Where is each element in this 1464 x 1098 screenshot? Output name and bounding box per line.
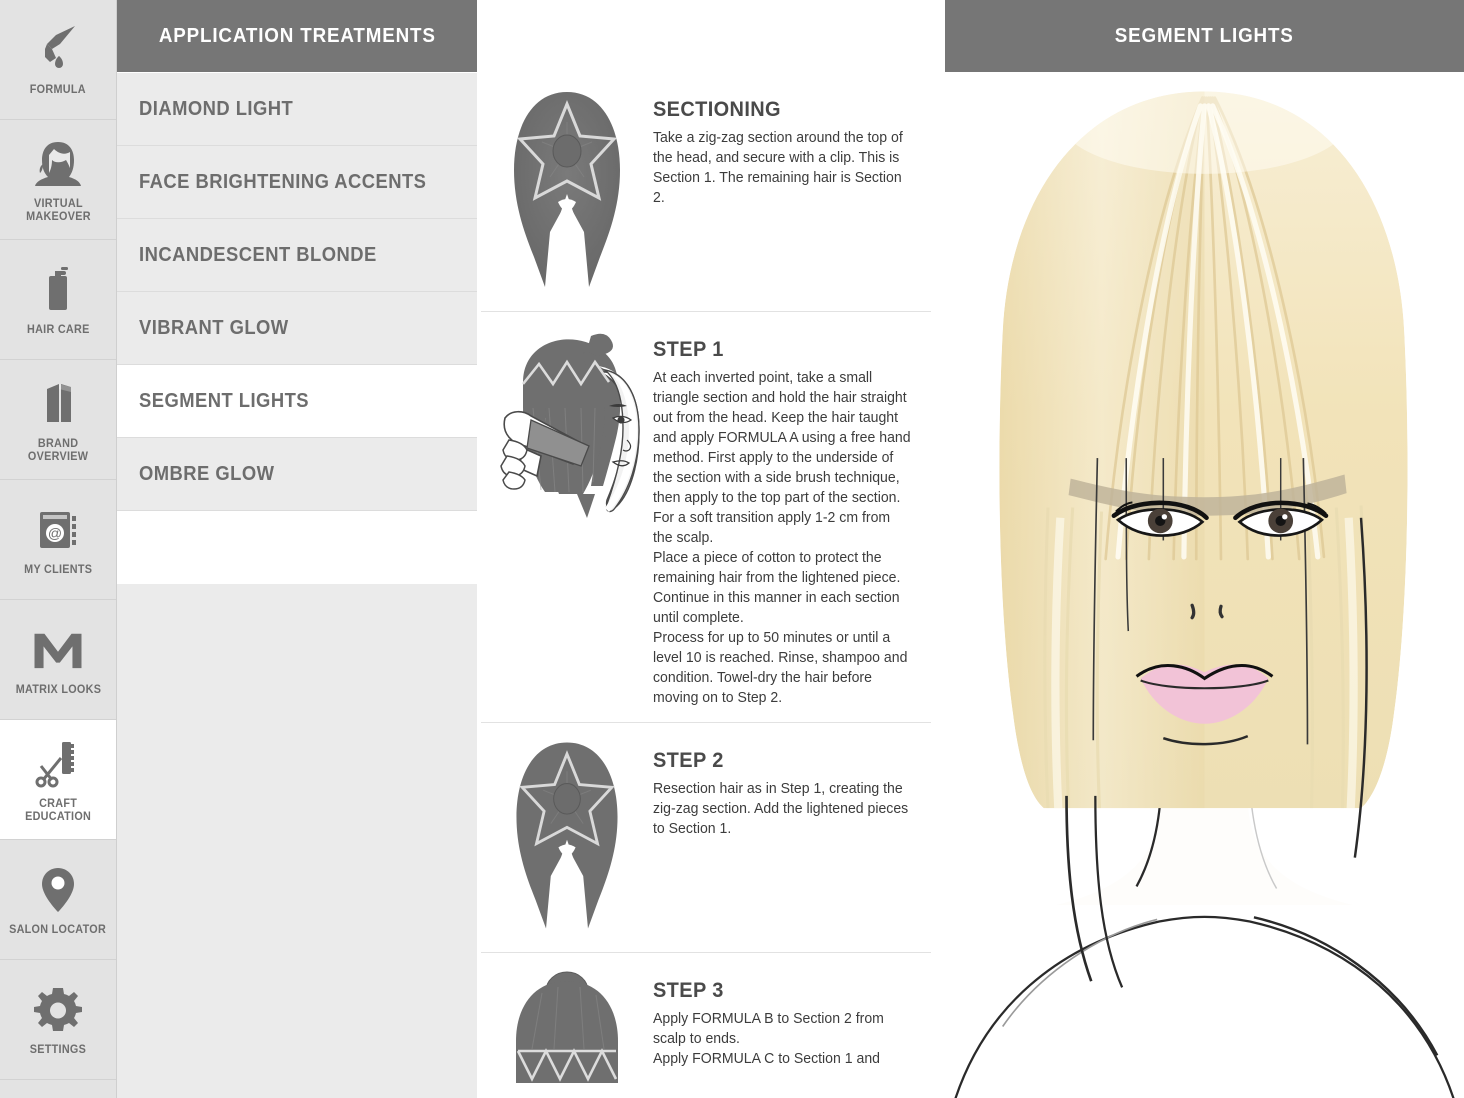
step-title: STEP 1 (653, 338, 921, 362)
side-profile-brush-application-icon (481, 318, 653, 708)
treatment-item[interactable]: OMBRE GLOW (117, 438, 477, 511)
look-preview-header-label: SEGMENT LIGHTS (1115, 24, 1294, 47)
step-text-label: Apply FORMULA B to Section 2 from scalp … (653, 1011, 884, 1067)
treatment-item[interactable]: VIBRANT GLOW (117, 292, 477, 365)
step-card: STEP 2 Resection hair as in Step 1, crea… (481, 723, 931, 953)
step-card: STEP 1 At each inverted point, take a sm… (481, 312, 931, 723)
gear-icon (30, 982, 86, 1038)
treatment-item-label: VIBRANT GLOW (139, 316, 289, 339)
treatments-header-label: APPLICATION TREATMENTS (158, 24, 436, 47)
steps-panel[interactable]: SECTIONING Take a zig-zag section around… (477, 0, 945, 1098)
step-title-label: STEP 2 (653, 749, 724, 772)
treatment-item-selected[interactable]: SEGMENT LIGHTS (117, 365, 477, 438)
scissors-comb-icon (30, 736, 86, 792)
blonde-bob-haircut-illustration (945, 75, 1464, 1098)
sidebar-item-label: BRAND OVERVIEW (27, 437, 89, 463)
sidebar-item-matrix-looks[interactable]: MATRIX LOOKS (0, 600, 116, 720)
treatment-item-label: OMBRE GLOW (139, 462, 275, 485)
sidebar-item-label: HAIR CARE (26, 324, 90, 337)
sidebar-item-label: SETTINGS (29, 1044, 87, 1057)
treatments-list-filler (117, 584, 477, 1098)
step-title: SECTIONING (653, 98, 921, 122)
treatment-item[interactable]: DIAMOND LIGHT (117, 73, 477, 146)
sidebar-item-formula[interactable]: FORMULA (0, 0, 116, 120)
step-title-label: STEP 3 (653, 979, 724, 1002)
step-title: STEP 3 (653, 979, 921, 1003)
step-text: At each inverted point, take a small tri… (653, 368, 921, 708)
look-preview-header: SEGMENT LIGHTS (945, 0, 1464, 72)
sidebar-item-virtual-makeover[interactable]: VIRTUAL MAKEOVER (0, 120, 116, 240)
sidebar-item-label: VIRTUAL MAKEOVER (25, 197, 91, 223)
sidebar-item-label: CRAFT EDUCATION (24, 797, 92, 823)
step-title: STEP 2 (653, 749, 921, 773)
woman-head-icon (30, 136, 86, 192)
treatment-item[interactable]: INCANDESCENT BLONDE (117, 219, 477, 292)
sidebar-item-brand-overview[interactable]: BRAND OVERVIEW (0, 360, 116, 480)
matrix-m-logo-icon (30, 622, 86, 678)
step-text-label: At each inverted point, take a small tri… (653, 370, 911, 706)
step-text-label: Resection hair as in Step 1, creating th… (653, 781, 909, 837)
steps-header-spacer (481, 0, 931, 72)
step-body: SECTIONING Take a zig-zag section around… (653, 78, 931, 297)
look-preview-panel: SEGMENT LIGHTS (945, 0, 1464, 1098)
step-body: STEP 3 Apply FORMULA B to Section 2 from… (653, 959, 931, 1083)
step-card: SECTIONING Take a zig-zag section around… (481, 72, 931, 312)
map-pin-icon (30, 862, 86, 918)
sidebar-item-label: MATRIX LOOKS (15, 684, 101, 697)
sidebar-item-label: MY CLIENTS (23, 564, 93, 577)
primary-sidebar: FORMULA VIRTUAL MAKEOVER HAIR CARE BRAND… (0, 0, 117, 1098)
treatment-item-label: FACE BRIGHTENING ACCENTS (139, 170, 427, 193)
sidebar-item-label: SALON LOCATOR (9, 924, 107, 937)
treatment-item-label: INCANDESCENT BLONDE (139, 243, 377, 266)
step-text: Apply FORMULA B to Section 2 from scalp … (653, 1009, 921, 1069)
treatment-item-label: DIAMOND LIGHT (139, 97, 294, 120)
shampoo-bottle-icon (30, 262, 86, 318)
treatments-panel: APPLICATION TREATMENTS DIAMOND LIGHT FAC… (117, 0, 477, 1098)
sidebar-item-craft-education[interactable]: CRAFT EDUCATION (0, 720, 116, 840)
sidebar-item-salon-locator[interactable]: SALON LOCATOR (0, 840, 116, 960)
step-text: Resection hair as in Step 1, creating th… (653, 779, 921, 839)
step-title-label: SECTIONING (653, 98, 781, 121)
treatments-list: DIAMOND LIGHT FACE BRIGHTENING ACCENTS I… (117, 72, 477, 511)
formula-bottle-drop-icon (30, 22, 86, 78)
tube-icon (30, 376, 86, 432)
application-root: FORMULA VIRTUAL MAKEOVER HAIR CARE BRAND… (0, 0, 1464, 1098)
treatment-item[interactable]: FACE BRIGHTENING ACCENTS (117, 146, 477, 219)
treatments-header: APPLICATION TREATMENTS (117, 0, 477, 72)
step-card: STEP 3 Apply FORMULA B to Section 2 from… (481, 953, 931, 1097)
sidebar-item-hair-care[interactable]: HAIR CARE (0, 240, 116, 360)
step-title-label: STEP 1 (653, 338, 724, 361)
head-back-view-triangles-icon (481, 959, 653, 1083)
step-body: STEP 1 At each inverted point, take a sm… (653, 318, 931, 708)
svg-text:@: @ (48, 525, 62, 541)
step-body: STEP 2 Resection hair as in Step 1, crea… (653, 729, 931, 938)
step-text-label: Take a zig-zag section around the top of… (653, 130, 903, 206)
head-top-view-star-section-icon (481, 78, 653, 297)
treatment-item-label: SEGMENT LIGHTS (139, 389, 310, 412)
head-top-view-star-section-icon (481, 729, 653, 938)
sidebar-item-my-clients[interactable]: @ MY CLIENTS (0, 480, 116, 600)
sidebar-item-label: FORMULA (29, 84, 87, 97)
address-book-icon: @ (30, 502, 86, 558)
sidebar-item-settings[interactable]: SETTINGS (0, 960, 116, 1080)
step-text: Take a zig-zag section around the top of… (653, 128, 921, 208)
